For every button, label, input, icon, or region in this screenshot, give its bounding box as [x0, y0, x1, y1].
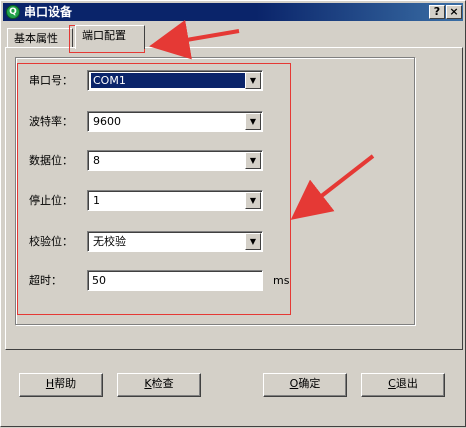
timeout-input[interactable] — [87, 270, 263, 291]
check-button-label: 检查 — [151, 377, 174, 390]
timeout-unit: ms — [273, 274, 290, 287]
cancel-hotkey: C — [388, 377, 396, 390]
port-select[interactable]: COM1 ▼ — [87, 70, 263, 91]
data-bits-select[interactable]: 8 ▼ — [87, 150, 263, 171]
chevron-down-icon[interactable]: ▼ — [245, 233, 261, 250]
tab-strip: 基本属性 端口配置 — [5, 25, 463, 49]
baud-rate-value: 9600 — [93, 115, 121, 128]
tab-port-config[interactable]: 端口配置 — [75, 25, 145, 49]
help-button[interactable]: H帮助 — [19, 373, 103, 397]
parity-label: 校验位： — [29, 235, 73, 248]
chevron-down-icon[interactable]: ▼ — [245, 72, 261, 89]
help-button-label: 帮助 — [54, 377, 77, 390]
help-icon[interactable]: ? — [429, 5, 445, 19]
close-icon[interactable]: × — [446, 5, 462, 19]
parity-value: 无校验 — [93, 235, 126, 248]
check-button[interactable]: K检查 — [117, 373, 201, 397]
stop-bits-value: 1 — [93, 194, 100, 207]
tab-port-label: 端口配置 — [82, 29, 126, 42]
parity-select[interactable]: 无校验 ▼ — [87, 231, 263, 252]
chevron-down-icon[interactable]: ▼ — [245, 113, 261, 130]
cancel-button-label: 退出 — [395, 377, 418, 390]
title-bar[interactable]: Q 串口设备 ? × — [3, 3, 463, 21]
chevron-down-icon[interactable]: ▼ — [245, 192, 261, 209]
stop-bits-label: 停止位： — [29, 194, 73, 207]
dialog-window: Q 串口设备 ? × 基本属性 端口配置 串口号： COM1 ▼ 波特率： 96… — [0, 0, 466, 427]
baud-rate-select[interactable]: 9600 ▼ — [87, 111, 263, 132]
app-icon: Q — [6, 5, 20, 19]
window-title: 串口设备 — [24, 5, 73, 19]
baud-rate-label: 波特率： — [29, 115, 73, 128]
ok-button-label: 确定 — [298, 377, 321, 390]
tab-basic-properties[interactable]: 基本属性 — [7, 28, 73, 48]
stop-bits-select[interactable]: 1 ▼ — [87, 190, 263, 211]
port-value: COM1 — [91, 73, 246, 88]
timeout-label: 超时： — [29, 274, 62, 287]
data-bits-value: 8 — [93, 154, 100, 167]
chevron-down-icon[interactable]: ▼ — [245, 152, 261, 169]
check-hotkey: K — [144, 377, 152, 390]
data-bits-label: 数据位： — [29, 154, 73, 167]
cancel-button[interactable]: C退出 — [361, 373, 445, 397]
port-label: 串口号： — [29, 74, 73, 87]
tab-basic-label: 基本属性 — [14, 32, 58, 45]
ok-button[interactable]: O确定 — [263, 373, 347, 397]
help-hotkey: H — [45, 377, 55, 390]
